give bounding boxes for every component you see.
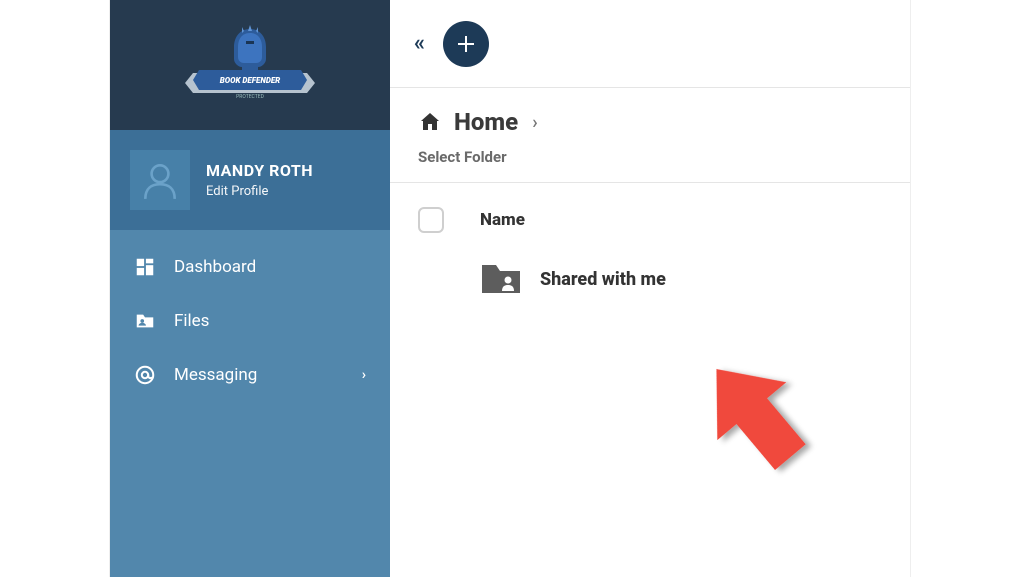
at-sign-icon	[134, 364, 156, 386]
list-item[interactable]: Shared with me	[418, 251, 882, 307]
sidebar-logo-area: BOOK DEFENDER PROTECTED	[110, 0, 390, 130]
add-button[interactable]	[443, 21, 489, 67]
select-all-checkbox[interactable]	[418, 207, 444, 233]
breadcrumb-title: Home	[454, 108, 518, 136]
shared-folder-icon	[480, 261, 522, 297]
topbar: «	[390, 0, 910, 88]
collapse-sidebar-button[interactable]: «	[414, 31, 425, 56]
folder-user-icon	[134, 310, 156, 332]
brand-bottom-text: PROTECTED	[236, 94, 264, 100]
profile-name: MANDY ROTH	[206, 161, 313, 180]
folder-list: Name Shared with me	[390, 183, 910, 321]
chevron-right-icon: ›	[362, 367, 366, 383]
column-header-name[interactable]: Name	[480, 210, 525, 230]
sidebar-item-label: Files	[174, 311, 209, 331]
sidebar-item-label: Messaging	[174, 365, 257, 385]
brand-ribbon: BOOK DEFENDER PROTECTED	[185, 70, 315, 100]
dashboard-icon	[134, 256, 156, 278]
sidebar-item-files[interactable]: Files	[110, 294, 390, 348]
breadcrumb-subtitle: Select Folder	[418, 148, 882, 166]
home-icon	[418, 110, 442, 134]
chevron-right-icon: ›	[532, 112, 537, 133]
profile-block[interactable]: MANDY ROTH Edit Profile	[110, 130, 390, 230]
avatar	[130, 150, 190, 210]
breadcrumb-area: Home › Select Folder	[390, 88, 910, 183]
edit-profile-link[interactable]: Edit Profile	[206, 184, 313, 199]
folder-name: Shared with me	[540, 269, 666, 290]
brand-logo: BOOK DEFENDER PROTECTED	[175, 20, 325, 110]
profile-text: MANDY ROTH Edit Profile	[206, 161, 313, 199]
sidebar-item-messaging[interactable]: Messaging ›	[110, 348, 390, 402]
main-content: « Home › Select Folder Name	[390, 0, 910, 577]
sidebar-item-dashboard[interactable]: Dashboard	[110, 240, 390, 294]
sidebar-item-label: Dashboard	[174, 257, 256, 277]
brand-top-text: BOOK DEFENDER	[220, 76, 281, 85]
plus-icon	[454, 32, 478, 56]
sidebar-nav: Dashboard Files Messaging ›	[110, 230, 390, 412]
breadcrumb[interactable]: Home ›	[418, 108, 882, 136]
sidebar: BOOK DEFENDER PROTECTED MANDY ROTH Edit …	[110, 0, 390, 577]
app-frame: BOOK DEFENDER PROTECTED MANDY ROTH Edit …	[110, 0, 910, 577]
list-header: Name	[418, 197, 882, 251]
user-silhouette-icon	[139, 159, 181, 201]
